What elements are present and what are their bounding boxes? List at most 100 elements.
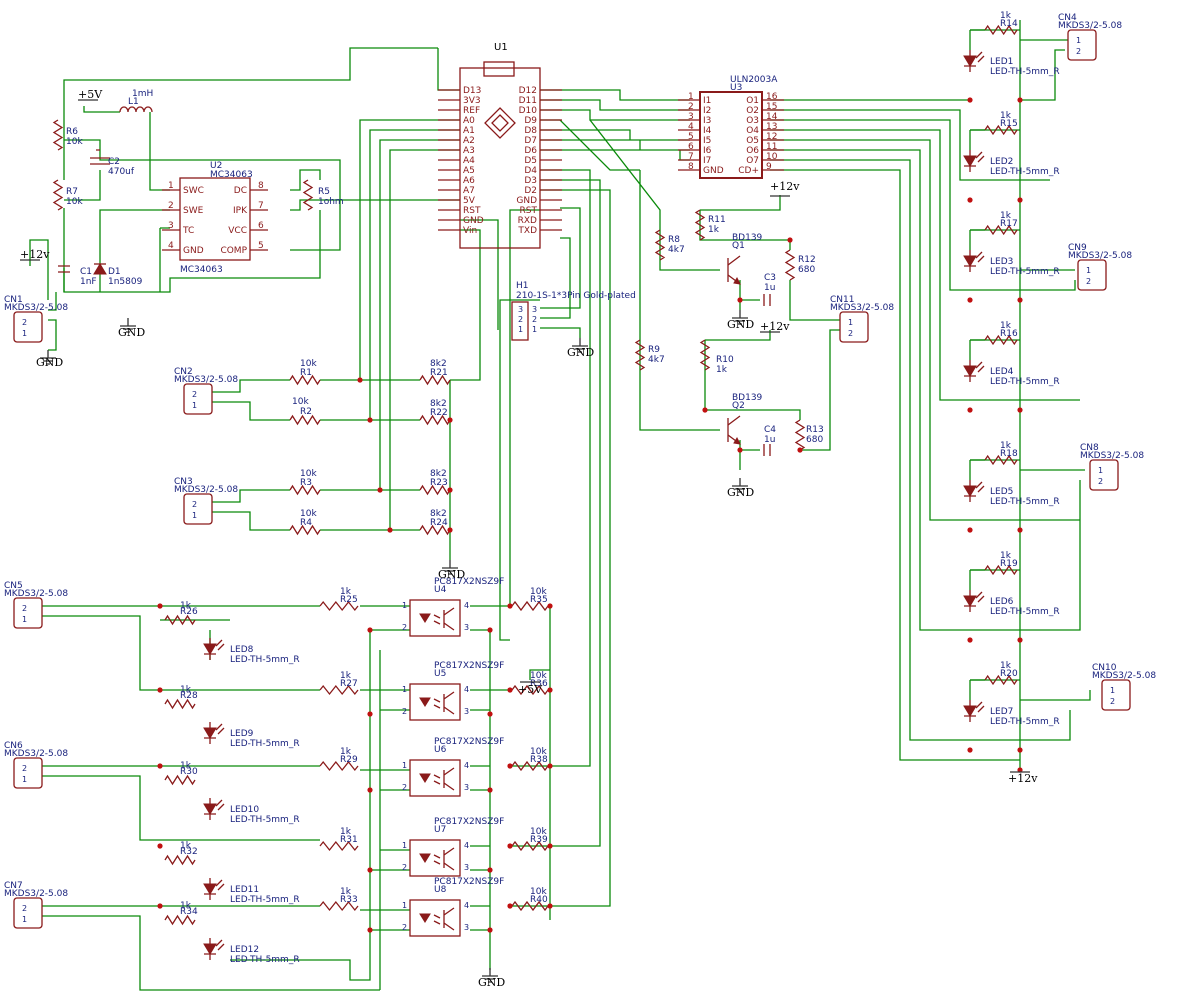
led-resistor-ref: R15 [1000,119,1018,129]
r9-value: 4k7 [648,355,665,365]
junction-dot [507,903,513,909]
led-ref: LED3 [990,257,1013,267]
junction-dot [367,627,373,633]
mcu-pin-gnd: GND [516,196,537,206]
mcu-pin-d2: D2 [524,186,537,196]
junction-dot [1017,527,1023,533]
regulator-pin-number: 8 [258,181,264,191]
uln-pin-o3: O3 [746,116,759,126]
junction-dot [1017,97,1023,103]
opto-pin: 2 [402,863,407,872]
mcu-pin-d4: D4 [524,166,537,176]
r4-ref: R4 [300,518,312,528]
opto-resistor-ref: R34 [180,907,198,917]
schematic-sheet: D13 3V3 REF A0 A1 A2 A3 A4 A5 A6 A7 5V RST GND Vin D12 D… [0,0,1182,1001]
opto-ref: U8 [434,885,447,895]
connector-cn5-pin-top: 2 [22,604,27,613]
components-layer: D133V3REFA0A1A2A3A4A5A6A75VRSTGNDVinD12D… [4,11,1156,983]
led-led2 [963,155,977,167]
r6-ref: R6 [66,127,78,137]
regulator-pin-ipk: IPK [233,206,248,216]
led-resistor-ref: R14 [1000,19,1018,29]
c4-ref: C4 [764,425,776,435]
uln-pin-o2: O2 [746,106,759,116]
junction-dot [157,763,163,769]
led-ref: LED7 [990,707,1013,717]
opto-pin: 3 [464,623,469,632]
junction-dot [547,687,553,693]
opto-pin: 1 [402,685,407,694]
opto-resistor-ref: R33 [340,895,358,905]
regulator-pin-number: 2 [168,201,174,211]
opto-pin: 1 [402,841,407,850]
connector-cn6 [13,757,43,789]
regulator-pin-swc: SWC [183,186,204,196]
regulator-pin-comp: COMP [220,246,247,256]
r9-ref: R9 [648,345,660,355]
header-h1-pin-label: 2 [532,315,537,324]
uln-pin-number: 8 [688,162,694,172]
led-ref: LED6 [990,597,1014,607]
led-led6-rays [975,591,985,603]
connector-cn7 [13,897,43,929]
led-led1 [963,55,977,67]
led-ref: LED9 [230,729,254,739]
optocoupler-light-arrows [433,854,441,865]
opto-pin: 4 [464,601,469,610]
connector-cn9-pin-bot: 2 [1086,277,1091,286]
uln-pin-o1: O1 [746,96,759,106]
junction-dot [367,417,373,423]
regulator-pin-number: 4 [168,241,174,251]
opto-pin: 4 [464,901,469,910]
q2-ref: Q2 [732,401,745,411]
regulator-pin-tc: TC [182,226,194,236]
regulator-pin-number: 7 [258,201,264,211]
opto-resistor-r34 [164,914,196,926]
opto-ref: U6 [434,745,447,755]
mcu-pin-d12: D12 [519,86,537,96]
uln-pin-number: 3 [688,112,694,122]
junction-dot [967,637,973,643]
mcu-pin-d6: D6 [524,146,537,156]
connector-cn4-part: MKDS3/2-5.08 [1058,21,1122,31]
led-led9-rays [215,723,225,735]
connector-cn8 [1089,459,1119,491]
regulator-pin-number: 5 [258,241,264,251]
regulator-pin-number: 1 [168,181,174,191]
led-resistor-ref: R16 [1000,329,1018,339]
capacitor-c4 [763,444,771,456]
led-ref: LED1 [990,57,1013,67]
uln-pin-number: 12 [766,132,777,142]
mcu-pin-rst: RST [520,206,538,216]
chip-icon-inner [491,114,509,132]
opto-pullup-ref: R35 [530,595,548,605]
connector-cn2-pin-bot: 1 [192,401,197,410]
connector-cn4 [1067,29,1097,61]
inductor-l1 [119,106,153,113]
connector-cn9-pin-top: 1 [1086,266,1091,275]
led-part: LED-TH-5mm_R [990,377,1060,387]
junction-dot [507,687,513,693]
opto-ref: U5 [434,669,446,679]
mcu-pin-a0: A0 [463,116,475,126]
junction-dot [487,787,493,793]
mcu-pin-d3: D3 [524,176,537,186]
opto-pin: 2 [402,707,407,716]
optocoupler-led-icon [419,697,431,707]
led-led1-rays [975,51,985,63]
led-led10-rays [215,799,225,811]
uln-pin-number: 2 [688,102,694,112]
optocoupler-led-icon [419,773,431,783]
header-ref: H1 [516,281,529,291]
r11-value: 1k [708,225,720,235]
junction-dot [967,197,973,203]
connector-cn1-pin-bot: 1 [22,329,27,338]
connector-cn1-part: MKDS3/2-5.08 [4,303,68,313]
gnd-label: GND [727,318,754,331]
optocoupler-u4 [409,599,461,637]
connector-cn2-part: MKDS3/2-5.08 [174,375,238,385]
led-part: LED-TH-5mm_R [990,267,1060,277]
mcu-pin-d11: D11 [519,96,537,106]
power-label-12v: +12v [1008,772,1038,785]
connector-cn10 [1101,679,1131,711]
